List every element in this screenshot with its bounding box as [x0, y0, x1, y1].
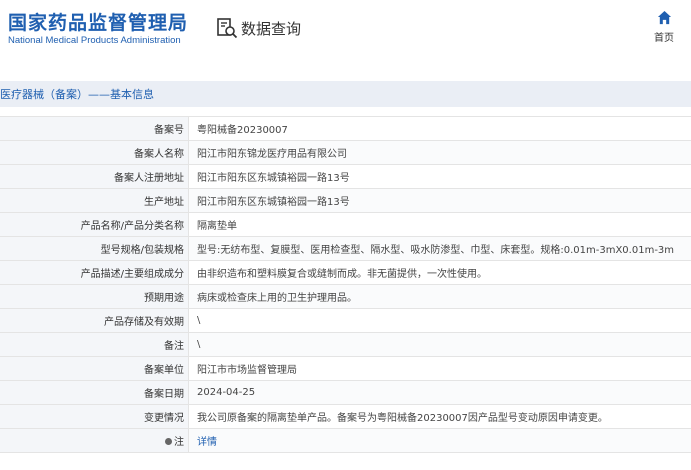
table-row: 产品存储及有效期 \: [0, 308, 691, 333]
field-value: 由非织造布和塑料膜复合或缝制而成。非无菌提供，一次性使用。: [188, 260, 691, 285]
document-search-icon: [217, 18, 238, 39]
section-header: 医疗器械（备案）——基本信息: [0, 81, 691, 107]
field-label: 注: [174, 437, 184, 448]
field-label: 产品存储及有效期: [0, 308, 189, 333]
table-row: 产品名称/产品分类名称 隔离垫单: [0, 212, 691, 237]
data-query-link[interactable]: 数据查询: [216, 16, 301, 40]
section-title: 医疗器械（备案）——基本信息: [0, 88, 154, 101]
field-value: 隔离垫单: [188, 212, 691, 237]
field-value: 粤阳械备20230007: [188, 116, 691, 141]
field-label: 备案号: [0, 116, 189, 141]
table-row: 备案人名称 阳江市阳东锦龙医疗用品有限公司: [0, 140, 691, 165]
field-value: \: [188, 308, 691, 333]
data-query-label: 数据查询: [241, 19, 302, 38]
table-row: 变更情况 我公司原备案的隔离垫单产品。备案号为粤阳械备20230007因产品型号…: [0, 404, 691, 429]
site-logo-subtitle[interactable]: National Medical Products Administration: [8, 35, 181, 46]
table-row: 备案号 粤阳械备20230007: [0, 116, 691, 141]
table-row: 备注 \: [0, 332, 691, 357]
table-row: 备案日期 2024-04-25: [0, 380, 691, 405]
field-value: 型号:无纺布型、复膜型、医用检查型、隔水型、吸水防渗型、巾型、床套型。规格:0.…: [188, 236, 691, 261]
table-row: 产品描述/主要组成成分 由非织造布和塑料膜复合或缝制而成。非无菌提供，一次性使用…: [0, 260, 691, 285]
field-value: 病床或检查床上用的卫生护理用品。: [188, 284, 691, 309]
table-row: 预期用途 病床或检查床上用的卫生护理用品。: [0, 284, 691, 309]
site-logo-title[interactable]: 国家药品监督管理局: [8, 8, 188, 35]
field-label: 预期用途: [0, 284, 189, 309]
pin-icon: [165, 437, 172, 445]
field-label: 型号规格/包装规格: [0, 236, 189, 261]
field-label: 备注: [0, 332, 189, 357]
table-row: 生产地址 阳江市阳东区东城镇裕园一路13号: [0, 188, 691, 213]
field-label: 产品名称/产品分类名称: [0, 212, 189, 237]
field-label: 生产地址: [0, 188, 189, 213]
table-row: 备案单位 阳江市市场监督管理局: [0, 356, 691, 381]
table-row: 备案人注册地址 阳江市阳东区东城镇裕园一路13号: [0, 164, 691, 189]
home-icon: [657, 10, 671, 25]
record-detail-table: 备案号 粤阳械备20230007 备案人名称 阳江市阳东锦龙医疗用品有限公司 备…: [0, 116, 691, 453]
home-link[interactable]: 首页: [646, 10, 682, 44]
home-label: 首页: [654, 33, 674, 44]
field-value: 阳江市阳东区东城镇裕园一路13号: [188, 164, 691, 189]
field-label: 变更情况: [0, 404, 189, 429]
field-value: \: [188, 332, 691, 357]
table-row: 型号规格/包装规格 型号:无纺布型、复膜型、医用检查型、隔水型、吸水防渗型、巾型…: [0, 236, 691, 261]
field-value: 2024-04-25: [188, 380, 691, 405]
field-label: 备案日期: [0, 380, 189, 405]
note-label-cell: 注: [0, 428, 189, 453]
field-value: 阳江市阳东锦龙医疗用品有限公司: [188, 140, 691, 165]
field-label: 产品描述/主要组成成分: [0, 260, 189, 285]
site-header: 国家药品监督管理局 National Medical Products Admi…: [0, 0, 691, 64]
details-link[interactable]: 详情: [188, 428, 691, 453]
field-value: 阳江市市场监督管理局: [188, 356, 691, 381]
field-label: 备案人名称: [0, 140, 189, 165]
field-value: 阳江市阳东区东城镇裕园一路13号: [188, 188, 691, 213]
field-label: 备案人注册地址: [0, 164, 189, 189]
table-row: 注 详情: [0, 428, 691, 453]
field-value: 我公司原备案的隔离垫单产品。备案号为粤阳械备20230007因产品型号变动原因申…: [188, 404, 691, 429]
field-label: 备案单位: [0, 356, 189, 381]
